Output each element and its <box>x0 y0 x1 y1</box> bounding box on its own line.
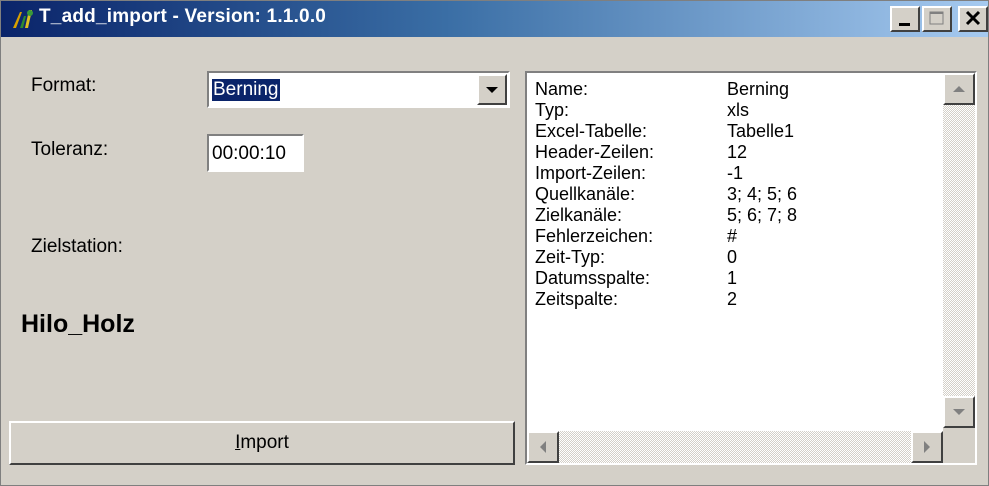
maximize-icon <box>929 11 944 25</box>
detail-value: Tabelle1 <box>727 121 795 141</box>
detail-key: Header-Zeilen: <box>535 142 655 162</box>
arrow-left-icon <box>540 441 546 453</box>
tolerance-label: Toleranz: <box>31 139 109 160</box>
import-details-list[interactable]: Name: Berning Typ: xls Excel-Tabelle: Tabel… <box>525 71 977 465</box>
detail-value: 12 <box>727 142 748 162</box>
scroll-down-button[interactable] <box>943 396 975 428</box>
format-selected-value[interactable]: Berning <box>212 79 280 101</box>
close-icon <box>965 10 981 26</box>
detail-key: Zielkanäle: <box>535 205 623 225</box>
import-label-rest: mport <box>240 432 289 453</box>
detail-value: 3; 4; 5; 6 <box>727 184 798 204</box>
detail-value: 1 <box>727 268 738 288</box>
scroll-right-button[interactable] <box>911 431 943 463</box>
import-button[interactable]: Import <box>9 421 515 465</box>
arrow-down-icon <box>953 409 965 415</box>
app-logo-icon <box>13 10 33 28</box>
detail-key: Excel-Tabelle: <box>535 121 648 141</box>
detail-key: Import-Zeilen: <box>535 163 647 183</box>
scroll-up-button[interactable] <box>943 73 975 105</box>
tolerance-value: 00:00:10 <box>212 143 286 164</box>
maximize-button[interactable] <box>922 6 952 32</box>
format-combobox[interactable]: Berning <box>207 71 510 108</box>
detail-value: 2 <box>727 289 738 309</box>
detail-value: -1 <box>727 163 744 183</box>
format-label: Format: <box>31 75 97 96</box>
detail-key: Quellkanäle: <box>535 184 636 204</box>
detail-key: Fehlerzeichen: <box>535 226 654 246</box>
detail-key: Zeit-Typ: <box>535 247 606 267</box>
target-station-value: Hilo_Holz <box>21 310 135 338</box>
detail-value: # <box>727 226 738 246</box>
detail-key: Typ: <box>535 100 570 120</box>
minimize-button[interactable] <box>890 6 920 32</box>
close-button[interactable] <box>958 6 988 32</box>
chevron-down-icon <box>486 87 498 93</box>
app-window: T_add_import - Version: 1.1.0.0 Format: … <box>0 0 989 486</box>
tolerance-input[interactable]: 00:00:10 <box>207 134 304 172</box>
scrollbar-corner <box>943 428 975 463</box>
detail-key: Name: <box>535 79 589 99</box>
minimize-icon <box>899 23 910 26</box>
arrow-up-icon <box>953 86 965 92</box>
detail-value: 5; 6; 7; 8 <box>727 205 798 225</box>
format-dropdown-button[interactable] <box>477 74 507 105</box>
scroll-left-button[interactable] <box>527 431 559 463</box>
vertical-scrollbar[interactable] <box>943 73 975 428</box>
detail-value: 0 <box>727 247 738 267</box>
arrow-right-icon <box>924 441 930 453</box>
detail-value: xls <box>727 100 749 120</box>
target-station-label: Zielstation: <box>31 236 123 257</box>
detail-key: Datumsspalte: <box>535 268 651 288</box>
detail-value: Berning <box>727 79 790 99</box>
horizontal-scrollbar[interactable] <box>527 431 943 463</box>
title-bar[interactable]: T_add_import - Version: 1.1.0.0 <box>1 1 988 37</box>
detail-key: Zeitspalte: <box>535 289 619 309</box>
window-title: T_add_import - Version: 1.1.0.0 <box>39 6 327 27</box>
